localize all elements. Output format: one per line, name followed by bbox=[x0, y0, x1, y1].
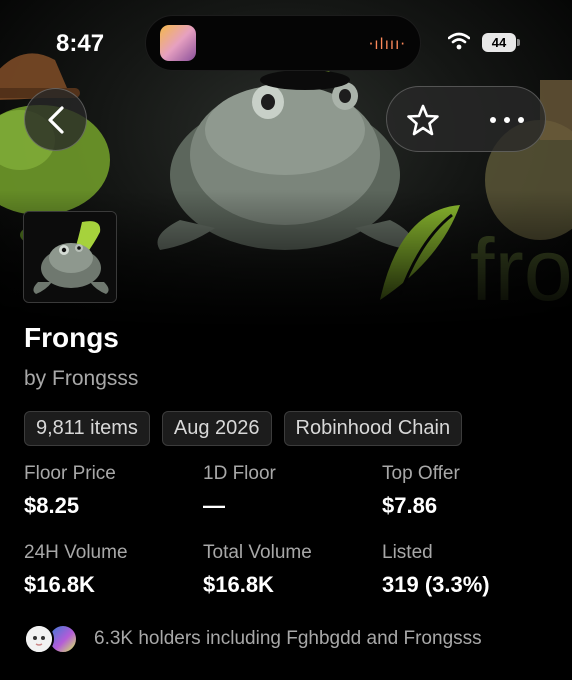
holders-summary: 6.3K holders including Fghbgdd and Frong… bbox=[94, 628, 482, 649]
chevron-left-icon bbox=[47, 105, 64, 134]
stat-value: $16.8K bbox=[24, 572, 95, 597]
collection-avatar bbox=[23, 211, 117, 303]
dynamic-island[interactable]: ·ılııı· bbox=[145, 15, 421, 71]
stat-listed: Listed 319 (3.3%) bbox=[382, 542, 490, 598]
stat-value: — bbox=[203, 493, 225, 518]
stat-top-offer: Top Offer $7.86 bbox=[382, 463, 460, 519]
stat-label: 1D Floor bbox=[203, 463, 276, 484]
stat-label: Top Offer bbox=[382, 463, 460, 484]
now-playing-artwork bbox=[160, 25, 196, 61]
battery-indicator: 44 bbox=[482, 33, 516, 52]
action-pill bbox=[386, 86, 546, 152]
ellipsis-icon bbox=[490, 117, 524, 123]
collection-title: Frongs bbox=[24, 322, 119, 353]
collection-info-chips: 9,811 items Aug 2026 Robinhood Chain bbox=[24, 411, 463, 446]
stat-1d-floor: 1D Floor — bbox=[203, 463, 276, 519]
status-bar: 8:47 ·ılııı· 44 bbox=[0, 0, 572, 90]
stat-floor-price: Floor Price $8.25 bbox=[24, 463, 116, 519]
stat-value: $7.86 bbox=[382, 493, 438, 518]
stat-value: 319 (3.3%) bbox=[382, 572, 490, 597]
stat-total-volume: Total Volume $16.8K bbox=[203, 542, 312, 598]
cat-avatar-icon bbox=[26, 626, 52, 652]
frog-avatar-image bbox=[24, 212, 116, 302]
more-options-button[interactable] bbox=[485, 102, 529, 138]
audio-waveform-icon: ·ılııı· bbox=[368, 35, 406, 53]
stat-label: 24H Volume bbox=[24, 542, 128, 563]
stat-value: $8.25 bbox=[24, 493, 80, 518]
holders-row[interactable]: 6.3K holders including Fghbgdd and Frong… bbox=[24, 622, 482, 656]
created-date-chip: Aug 2026 bbox=[161, 411, 272, 446]
stat-label: Floor Price bbox=[24, 463, 116, 484]
chain-chip[interactable]: Robinhood Chain bbox=[283, 411, 463, 446]
holder-avatars bbox=[24, 622, 86, 656]
favorite-button[interactable] bbox=[405, 102, 441, 138]
holder-avatar bbox=[24, 624, 54, 654]
back-button[interactable] bbox=[24, 88, 87, 151]
battery-nub bbox=[517, 39, 520, 46]
wifi-icon bbox=[448, 32, 470, 50]
stat-label: Total Volume bbox=[203, 542, 312, 563]
stat-24h-volume: 24H Volume $16.8K bbox=[24, 542, 128, 598]
collection-creator[interactable]: by Frongsss bbox=[24, 367, 138, 391]
items-count-chip: 9,811 items bbox=[24, 411, 150, 446]
stat-label: Listed bbox=[382, 542, 433, 563]
star-icon bbox=[407, 104, 439, 136]
status-time: 8:47 bbox=[56, 30, 105, 57]
stat-value: $16.8K bbox=[203, 572, 274, 597]
